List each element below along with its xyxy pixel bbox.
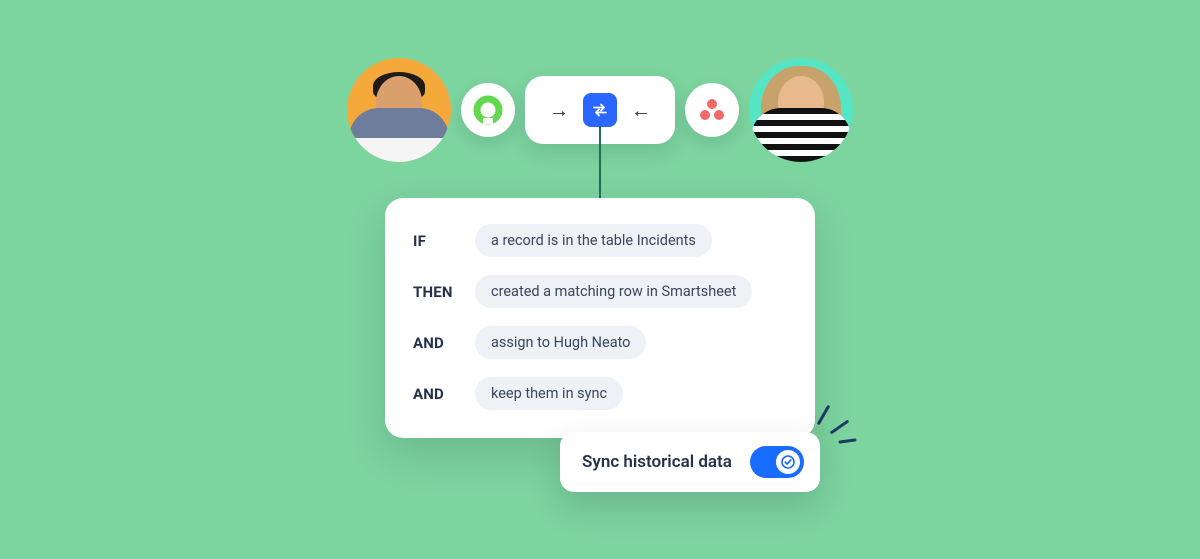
- rule-row: IF a record is in the table Incidents: [413, 224, 787, 257]
- rule-chip[interactable]: assign to Hugh Neato: [475, 326, 646, 359]
- rule-row: AND keep them in sync: [413, 377, 787, 410]
- rule-chip[interactable]: created a matching row in Smartsheet: [475, 275, 752, 308]
- arrow-right-icon: →: [549, 98, 569, 123]
- rule-row: THEN created a matching row in Smartshee…: [413, 275, 787, 308]
- spark-line: [838, 438, 856, 443]
- connector-line: [0, 126, 1200, 206]
- sync-history-toggle[interactable]: [750, 446, 804, 478]
- toggle-knob: [776, 450, 800, 474]
- two-way-sync-badge: [583, 93, 617, 127]
- spark-line: [830, 419, 850, 434]
- rules-card: IF a record is in the table Incidents TH…: [385, 198, 815, 438]
- asana-icon: [698, 96, 726, 124]
- rule-keyword: AND: [413, 385, 475, 403]
- rule-chip[interactable]: a record is in the table Incidents: [475, 224, 712, 257]
- rule-keyword: IF: [413, 232, 475, 250]
- check-icon: [781, 455, 795, 469]
- rule-keyword: THEN: [413, 283, 475, 301]
- servicenow-icon: [473, 95, 503, 125]
- rule-row: AND assign to Hugh Neato: [413, 326, 787, 359]
- two-way-arrows-icon: [591, 101, 609, 119]
- rule-keyword: AND: [413, 334, 475, 352]
- avatar-right: [749, 58, 853, 162]
- sync-history-card: Sync historical data: [560, 432, 820, 492]
- spark-line: [817, 405, 831, 426]
- rule-chip[interactable]: keep them in sync: [475, 377, 623, 410]
- arrow-left-icon: ←: [631, 98, 651, 123]
- sync-history-label: Sync historical data: [582, 452, 732, 472]
